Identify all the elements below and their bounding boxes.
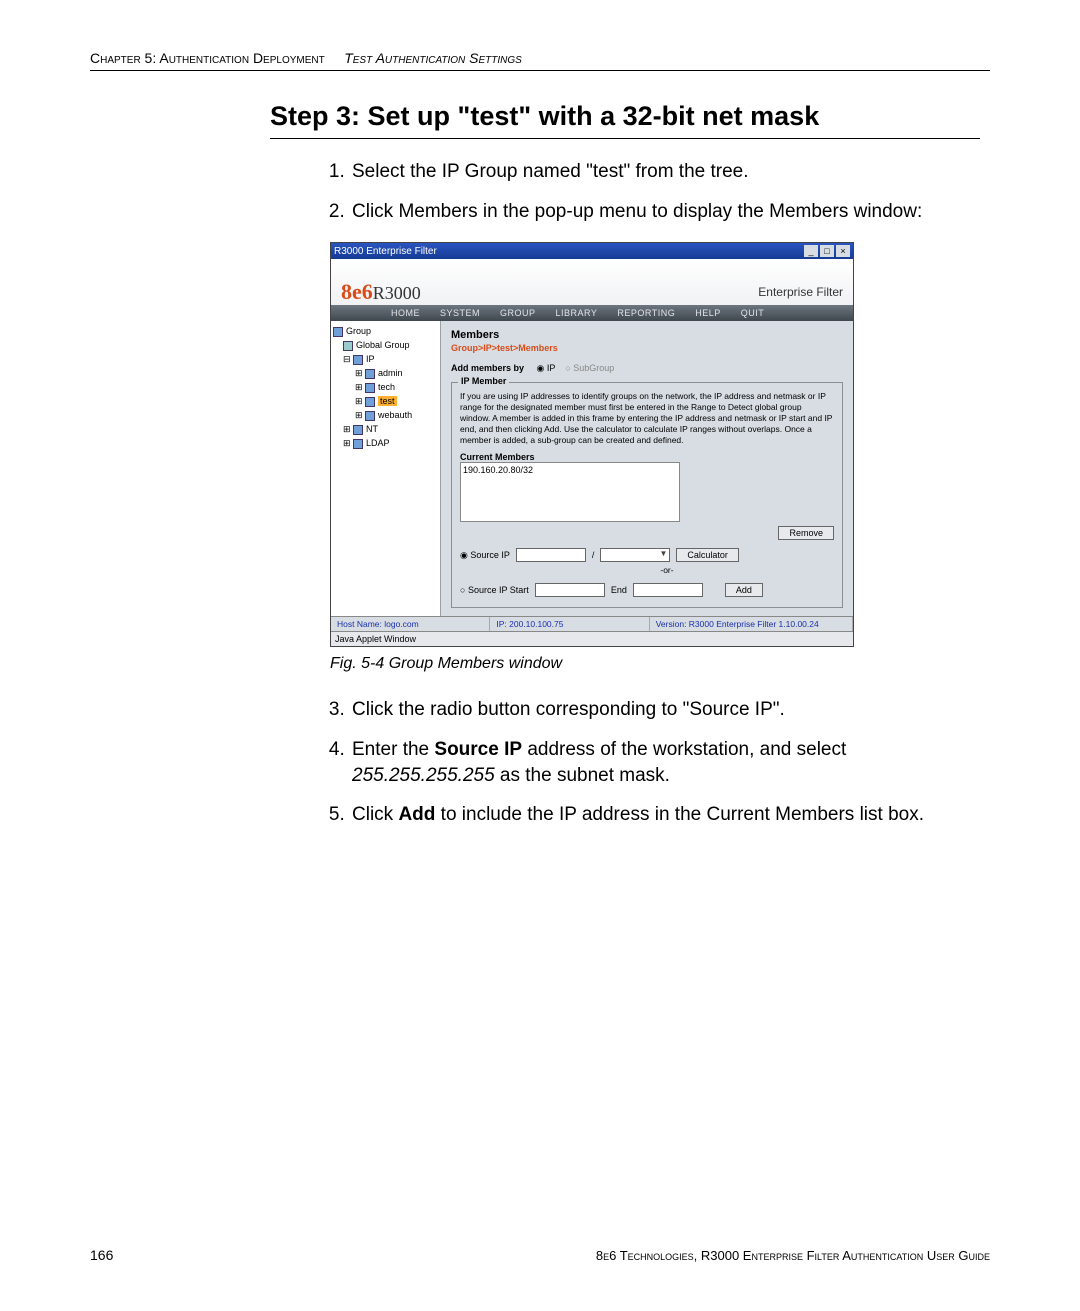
folder-icon <box>353 439 363 449</box>
step-title: Step 3: Set up "test" with a 32-bit net … <box>270 101 980 139</box>
tree-ip[interactable]: ⊟ IP <box>333 352 438 366</box>
java-applet-label: Java Applet Window <box>331 631 853 646</box>
screenshot-figure: R3000 Enterprise Filter _ □ × 8e6R3000 E… <box>330 242 980 647</box>
current-members-label: Current Members <box>460 452 834 462</box>
footer-line: 8e6 Technologies, R3000 Enterprise Filte… <box>596 1248 990 1263</box>
menu-help[interactable]: HELP <box>695 308 721 318</box>
tree-admin[interactable]: ⊞ admin <box>333 366 438 380</box>
titlebar-text: R3000 Enterprise Filter <box>334 246 804 257</box>
radio-source-ip[interactable]: ◉ Source IP <box>460 550 510 561</box>
status-bar: Host Name: logo.com IP: 200.10.100.75 Ve… <box>331 616 853 631</box>
list-item[interactable]: 190.160.20.80/32 <box>463 465 677 475</box>
folder-icon <box>353 355 363 365</box>
menu-quit[interactable]: QUIT <box>741 308 765 318</box>
end-label: End <box>611 585 627 595</box>
radio-ip[interactable]: ◉ IP <box>537 363 556 373</box>
breadcrumb: Group>IP>test>Members <box>451 343 843 353</box>
menu-group[interactable]: GROUP <box>500 308 536 318</box>
titlebar: R3000 Enterprise Filter _ □ × <box>331 243 853 259</box>
tree-panel: Group Global Group ⊟ IP ⊞ admin ⊞ tech ⊞… <box>331 321 441 616</box>
tree-tech[interactable]: ⊞ tech <box>333 380 438 394</box>
menu-bar: HOME SYSTEM GROUP LIBRARY REPORTING HELP… <box>331 305 853 321</box>
panel-heading: Members <box>451 329 843 341</box>
ip-member-legend: IP Member <box>458 376 509 386</box>
menu-system[interactable]: SYSTEM <box>440 308 480 318</box>
radio-source-ip-start[interactable]: ○ Source IP Start <box>460 585 529 595</box>
brand-subtitle: Enterprise Filter <box>758 285 843 305</box>
radio-subgroup[interactable]: ○ SubGroup <box>565 363 614 373</box>
ip-start-field[interactable] <box>535 583 605 597</box>
figure-caption: Fig. 5-4 Group Members window <box>330 655 980 673</box>
ip-member-desc: If you are using IP addresses to identif… <box>460 391 834 446</box>
tree-ldap[interactable]: ⊞ LDAP <box>333 436 438 450</box>
header-chapter: Chapter 5: Authentication Deployment <box>90 50 325 66</box>
app-window: R3000 Enterprise Filter _ □ × 8e6R3000 E… <box>330 242 854 647</box>
page-header: Chapter 5: Authentication Deployment Tes… <box>90 50 990 71</box>
add-button[interactable]: Add <box>725 583 763 597</box>
tree-test[interactable]: ⊞ test <box>333 394 438 408</box>
page-number: 166 <box>90 1247 113 1263</box>
folder-icon <box>353 425 363 435</box>
tree-nt[interactable]: ⊞ NT <box>333 422 438 436</box>
status-host: Host Name: logo.com <box>331 617 490 631</box>
brand-suffix: R3000 <box>373 283 421 303</box>
folder-icon <box>365 383 375 393</box>
tree-global-group[interactable]: Global Group <box>333 338 438 352</box>
tree-root[interactable]: Group <box>333 324 438 338</box>
ip-member-group: IP Member If you are using IP addresses … <box>451 382 843 608</box>
folder-icon <box>365 411 375 421</box>
calculator-button[interactable]: Calculator <box>676 548 739 562</box>
add-members-row: Add members by ◉ IP ○ SubGroup <box>451 363 843 374</box>
page-footer: 166 8e6 Technologies, R3000 Enterprise F… <box>90 1247 990 1263</box>
slash-label: / <box>592 550 595 560</box>
step-1: Select the IP Group named "test" from th… <box>350 159 980 185</box>
main-panel: Members Group>IP>test>Members Add member… <box>441 321 853 616</box>
brand-prefix: 8e6 <box>341 279 373 304</box>
close-icon[interactable]: × <box>836 245 850 257</box>
step-5: Click Add to include the IP address in t… <box>350 802 980 828</box>
header-section: Test Authentication Settings <box>344 50 522 66</box>
ip-end-field[interactable] <box>633 583 703 597</box>
tree-webauth[interactable]: ⊞ webauth <box>333 408 438 422</box>
status-ip: IP: 200.10.100.75 <box>490 617 649 631</box>
brand-logo: 8e6R3000 <box>341 279 421 305</box>
maximize-icon[interactable]: □ <box>820 245 834 257</box>
menu-reporting[interactable]: REPORTING <box>617 308 675 318</box>
current-members-list[interactable]: 190.160.20.80/32 <box>460 462 680 522</box>
step-list: Select the IP Group named "test" from th… <box>350 159 980 224</box>
or-label: -or- <box>500 565 834 575</box>
step-3: Click the radio button corresponding to … <box>350 697 980 723</box>
step-2: Click Members in the pop-up menu to disp… <box>350 199 980 225</box>
globe-icon <box>343 341 353 351</box>
add-members-label: Add members by <box>451 363 524 373</box>
menu-library[interactable]: LIBRARY <box>556 308 598 318</box>
folder-icon <box>365 397 375 407</box>
step-4: Enter the Source IP address of the works… <box>350 737 980 788</box>
menu-home[interactable]: HOME <box>391 308 420 318</box>
status-version: Version: R3000 Enterprise Filter 1.10.00… <box>650 617 853 631</box>
group-icon <box>333 327 343 337</box>
minimize-icon[interactable]: _ <box>804 245 818 257</box>
folder-icon <box>365 369 375 379</box>
source-ip-field[interactable] <box>516 548 586 562</box>
netmask-dropdown[interactable] <box>600 548 670 562</box>
step-list-cont: Click the radio button corresponding to … <box>350 697 980 828</box>
brand-bar: 8e6R3000 Enterprise Filter <box>331 259 853 305</box>
remove-button[interactable]: Remove <box>778 526 834 540</box>
